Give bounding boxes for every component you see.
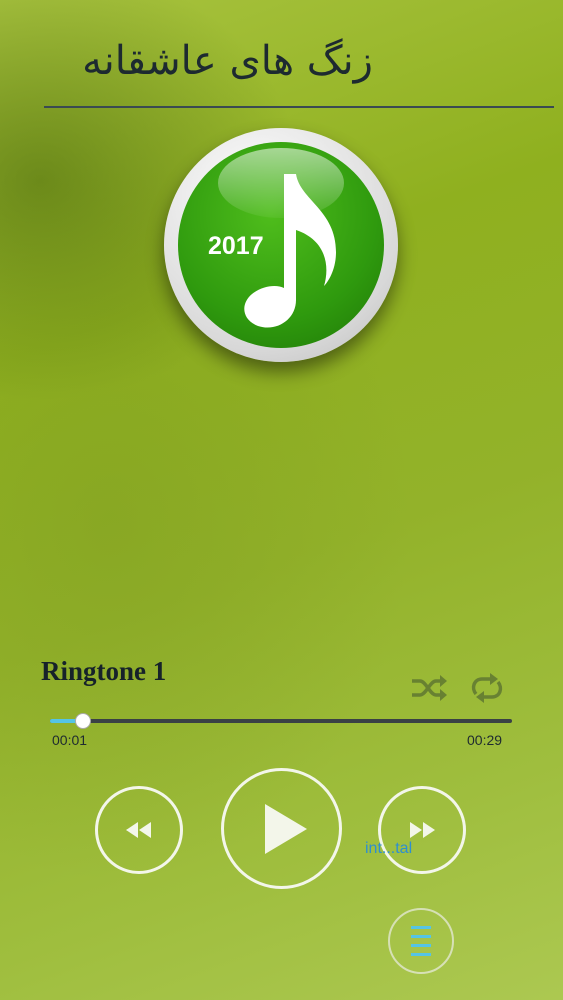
app-logo: 2017 xyxy=(164,128,398,362)
play-button[interactable] xyxy=(221,768,342,889)
play-icon xyxy=(264,803,307,854)
rewind-icon xyxy=(126,822,151,838)
seek-bar-thumb[interactable] xyxy=(75,713,92,729)
menu-button[interactable] xyxy=(388,908,454,974)
title-divider xyxy=(44,106,554,108)
seek-bar[interactable] xyxy=(50,713,512,729)
duration-time: 00:29 xyxy=(467,732,503,748)
logo-year: 2017 xyxy=(208,232,264,260)
elapsed-time: 00:01 xyxy=(52,732,88,748)
page-title: زنگ های عاشقانه xyxy=(82,38,373,84)
track-title: Ringtone 1 xyxy=(41,656,167,686)
rewind-button[interactable] xyxy=(95,786,183,874)
shuffle-icon[interactable] xyxy=(410,672,448,704)
interstitial-ad-label[interactable]: int...tal xyxy=(365,840,412,858)
repeat-icon[interactable] xyxy=(468,672,506,704)
fast-forward-icon xyxy=(410,822,435,838)
logo-badge: 2017 xyxy=(178,142,384,348)
fast-forward-button[interactable] xyxy=(378,786,466,874)
menu-icon xyxy=(411,926,431,956)
